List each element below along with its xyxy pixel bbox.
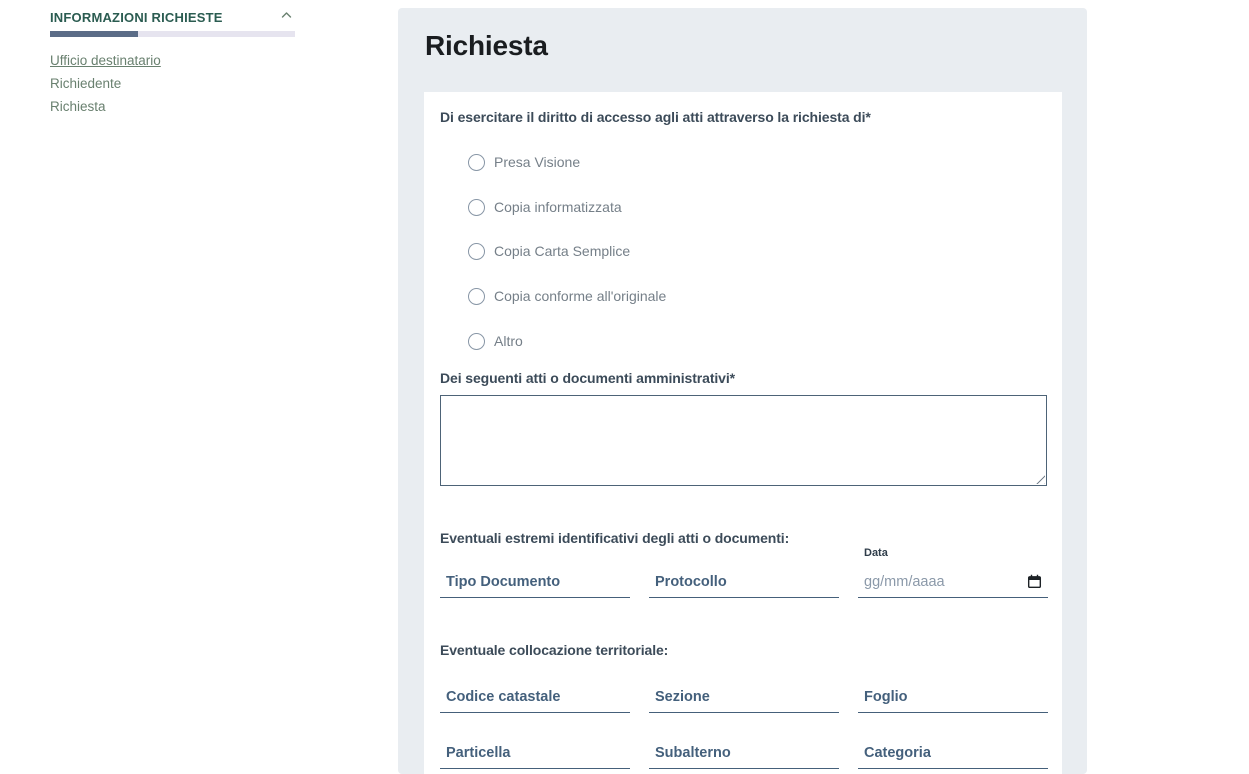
tipo-documento-input[interactable]	[440, 560, 630, 598]
sidebar-title: INFORMAZIONI RICHIESTE	[50, 10, 223, 25]
radio-copia-conforme-originale[interactable]	[468, 288, 485, 305]
chevron-up-icon[interactable]	[281, 11, 292, 19]
page-title: Richiesta	[425, 29, 548, 63]
field-particella	[440, 731, 630, 769]
particella-input[interactable]	[440, 731, 630, 769]
radio-option-copia-informatizzata[interactable]: Copia informatizzata	[468, 196, 622, 218]
radio-option-copia-conforme-originale[interactable]: Copia conforme all'originale	[468, 285, 666, 307]
field-foglio	[858, 675, 1048, 713]
foglio-input[interactable]	[858, 675, 1048, 713]
sidebar-accordion-header[interactable]: INFORMAZIONI RICHIESTE	[50, 10, 296, 25]
radio-copia-carta-semplice[interactable]	[468, 243, 485, 260]
content-panel: Richiesta Di esercitare il diritto di ac…	[398, 8, 1087, 774]
territorial-label: Eventuale collocazione territoriale:	[440, 640, 668, 660]
radio-option-altro[interactable]: Altro	[468, 330, 523, 352]
page: INFORMAZIONI RICHIESTE Ufficio destinata…	[0, 0, 1249, 774]
protocollo-input[interactable]	[649, 560, 839, 598]
access-question-label: Di esercitare il diritto di accesso agli…	[440, 107, 871, 127]
documents-label: Dei seguenti atti o documenti amministra…	[440, 368, 735, 388]
radio-label-copia-conforme-originale[interactable]: Copia conforme all'originale	[494, 288, 666, 304]
radio-altro[interactable]	[468, 333, 485, 350]
wizard-progress-fill	[50, 31, 138, 37]
field-protocollo	[649, 560, 839, 598]
radio-label-presa-visione[interactable]: Presa Visione	[494, 154, 580, 170]
identifiers-label: Eventuali estremi identificativi degli a…	[440, 528, 789, 548]
field-tipo-documento	[440, 560, 630, 598]
documents-textarea[interactable]	[440, 395, 1047, 486]
categoria-input[interactable]	[858, 731, 1048, 769]
form-card: Di esercitare il diritto di accesso agli…	[424, 92, 1062, 774]
codice-catastale-input[interactable]	[440, 675, 630, 713]
documents-textarea-wrap	[440, 395, 1047, 486]
sidebar-item-ufficio-destinatario[interactable]: Ufficio destinatario	[50, 53, 161, 68]
data-input[interactable]	[858, 560, 1048, 598]
radio-presa-visione[interactable]	[468, 154, 485, 171]
subalterno-input[interactable]	[649, 731, 839, 769]
sidebar-item-richiedente[interactable]: Richiedente	[50, 76, 161, 91]
radio-option-copia-carta-semplice[interactable]: Copia Carta Semplice	[468, 240, 630, 262]
wizard-sidebar: INFORMAZIONI RICHIESTE Ufficio destinata…	[50, 10, 296, 25]
sidebar-step-list: Ufficio destinatario Richiedente Richies…	[50, 53, 161, 114]
radio-label-altro[interactable]: Altro	[494, 333, 523, 349]
calendar-icon[interactable]	[1027, 574, 1042, 589]
field-codice-catastale	[440, 675, 630, 713]
field-subalterno	[649, 731, 839, 769]
sezione-input[interactable]	[649, 675, 839, 713]
wizard-progress-bar	[50, 31, 295, 37]
radio-label-copia-carta-semplice[interactable]: Copia Carta Semplice	[494, 243, 630, 259]
radio-label-copia-informatizzata[interactable]: Copia informatizzata	[494, 199, 622, 215]
field-data	[858, 560, 1048, 598]
field-categoria	[858, 731, 1048, 769]
radio-copia-informatizzata[interactable]	[468, 199, 485, 216]
data-field-label: Data	[864, 547, 888, 559]
radio-option-presa-visione[interactable]: Presa Visione	[468, 151, 580, 173]
field-sezione	[649, 675, 839, 713]
sidebar-item-richiesta[interactable]: Richiesta	[50, 99, 161, 114]
